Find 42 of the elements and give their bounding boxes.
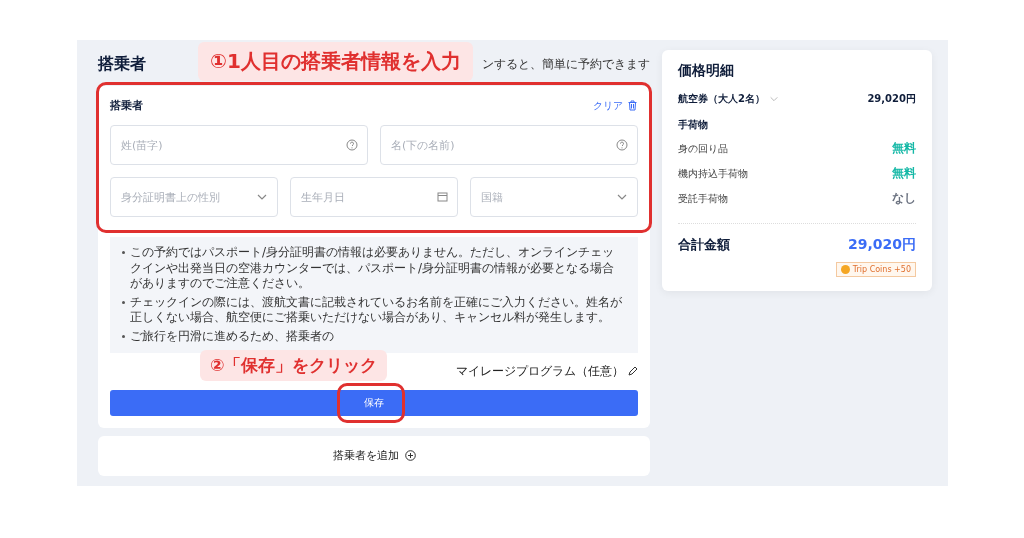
highlight-frame <box>337 382 405 423</box>
baggage-title: 手荷物 <box>678 118 709 132</box>
ticket-price: 29,020円 <box>867 92 916 106</box>
calendar-icon <box>437 191 448 202</box>
pencil-icon <box>628 366 638 377</box>
total-price: 29,020円 <box>847 236 916 254</box>
bullet-icon <box>122 251 125 254</box>
chevron-down-icon <box>768 94 779 104</box>
date-input-field[interactable]: 生年月日 <box>290 177 458 217</box>
total-label: 合計金額 <box>678 236 730 254</box>
name-input-field[interactable]: 名(下の名前) <box>380 125 638 165</box>
baggage-label: 受託手荷物 <box>678 191 728 206</box>
bullet-icon <box>122 334 125 338</box>
name-input-field[interactable]: 姓(苗字) <box>110 125 368 165</box>
annotation-callout: ①1人目の搭乗者情報を入力 <box>198 42 473 81</box>
mileage-link[interactable]: マイレージプログラム（任意） <box>456 362 638 380</box>
notice-text: ご旅行を円滑に進めるため、搭乗者の <box>130 328 334 345</box>
notice-text: チェックインの際には、渡航文書に記載されているお名前を正確にご入力ください。姓名が正しくない場合、航空便にご搭乗いただけない場合があり、キャンセル料が発生します。 <box>130 294 623 326</box>
section-title: 搭乗者 <box>98 53 146 75</box>
hint-text: ンすると、簡単に予約できます <box>482 55 650 73</box>
add-passenger-button[interactable]: 搭乗者を追加 <box>98 435 650 476</box>
help-icon[interactable] <box>616 139 628 151</box>
plus-circle-icon <box>404 450 416 462</box>
baggage-label: 機内持込手荷物 <box>678 166 748 181</box>
notice-text: この予約ではパスポート/身分証明書の情報は必要ありません。ただし、オンラインチェックインや出発当日の空港カウンターでは、パスポート/身分証明書の情報が必要となる場合がありますのでご注意ください。 <box>130 245 616 292</box>
baggage-value: 無料 <box>892 140 916 157</box>
card-title: 搭乗者 <box>110 98 143 113</box>
bullet-icon <box>122 300 125 304</box>
trash-icon <box>627 100 638 111</box>
coin-icon <box>840 265 850 274</box>
help-icon[interactable] <box>346 139 358 151</box>
clear-button[interactable]: クリア <box>593 98 638 113</box>
price-title: 価格明細 <box>678 62 735 80</box>
baggage-label: 身の回り品 <box>678 141 728 156</box>
select-field[interactable]: 身分証明書上の性別 <box>110 177 278 217</box>
coins-badge: Trip Coins +50 <box>835 262 916 277</box>
save-button[interactable]: 保存 <box>110 389 638 416</box>
ticket-label: 航空券（大人2名） <box>678 92 765 106</box>
select-field[interactable]: 国籍 <box>470 177 638 217</box>
annotation-callout: ②「保存」をクリック <box>200 349 388 381</box>
baggage-value: なし <box>892 190 916 207</box>
baggage-value: 無料 <box>892 165 916 182</box>
